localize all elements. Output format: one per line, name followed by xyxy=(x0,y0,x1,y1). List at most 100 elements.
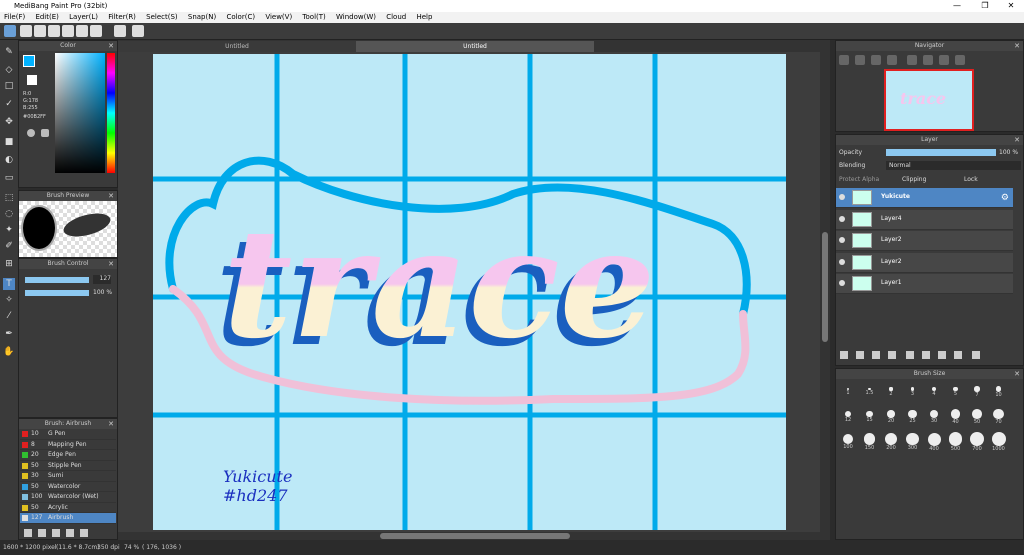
zoom-in-icon[interactable] xyxy=(839,55,849,65)
cloud-icon[interactable] xyxy=(4,25,16,37)
protect-alpha-checkbox[interactable]: Protect Alpha xyxy=(839,176,879,183)
brush-item[interactable]: 10 G Pen xyxy=(20,429,116,440)
brush-size-option[interactable]: 15 xyxy=(860,407,880,423)
pen-tool-icon[interactable]: ✒ xyxy=(3,328,15,340)
delete-brush-icon[interactable] xyxy=(80,529,88,537)
select-tool-icon[interactable]: ⬚ xyxy=(3,192,15,204)
tab-untitled-1[interactable]: Untitled xyxy=(118,41,356,52)
brush-size-option[interactable]: 5 xyxy=(946,382,966,397)
brush-size-option[interactable]: 200 xyxy=(881,432,901,451)
brush-size-option[interactable]: 150 xyxy=(860,432,880,451)
brush-size-option[interactable]: 70 xyxy=(989,407,1009,425)
move-tool-icon[interactable]: ✥ xyxy=(3,116,15,128)
brush-size-option[interactable]: 10 xyxy=(989,382,1009,398)
brush-size-option[interactable]: 3 xyxy=(903,382,923,397)
menu-view[interactable]: View(V) xyxy=(261,12,296,23)
zoom-out-icon[interactable] xyxy=(855,55,865,65)
layer-row[interactable]: Layer2 xyxy=(836,252,1013,273)
rectangle-tool-icon[interactable]: □ xyxy=(3,80,15,92)
rotate-reset-icon[interactable] xyxy=(923,55,933,65)
menu-filter[interactable]: Filter(R) xyxy=(104,12,140,23)
merge-layer-icon[interactable] xyxy=(938,351,946,359)
undo-icon[interactable] xyxy=(114,25,126,37)
minimize-button[interactable]: — xyxy=(944,0,970,12)
export-icon[interactable] xyxy=(76,25,88,37)
brush-size-option[interactable]: 4 xyxy=(924,382,944,397)
brush-item[interactable]: 8 Mapping Pen xyxy=(20,439,116,450)
brush-size-option[interactable]: 40 xyxy=(946,407,966,425)
lasso-tool-icon[interactable]: ◌ xyxy=(3,208,15,220)
menu-color[interactable]: Color(C) xyxy=(222,12,259,23)
gradient-tool-icon[interactable]: ▭ xyxy=(3,172,15,184)
brush-item[interactable]: 50 Stipple Pen xyxy=(20,460,116,471)
lock-checkbox[interactable]: Lock xyxy=(964,176,978,183)
brush-size-option[interactable]: 100 xyxy=(838,432,858,450)
brush-item[interactable]: 30 Sumi xyxy=(20,471,116,482)
close-icon[interactable]: ✕ xyxy=(108,191,114,201)
brush-size-option[interactable]: 700 xyxy=(967,432,987,452)
brush-size-option[interactable]: 50 xyxy=(967,407,987,425)
close-button[interactable]: ✕ xyxy=(998,0,1024,12)
clipping-checkbox[interactable]: Clipping xyxy=(902,176,926,183)
menu-file[interactable]: File(F) xyxy=(0,12,29,23)
menu-cloud[interactable]: Cloud xyxy=(382,12,410,23)
magic-wand-icon[interactable]: ✦ xyxy=(3,224,15,236)
layer-menu-icon[interactable] xyxy=(888,351,896,359)
color-wheel-icon[interactable] xyxy=(27,129,35,137)
close-icon[interactable]: ✕ xyxy=(1014,135,1020,145)
brush-item[interactable]: 50 Watercolor xyxy=(20,481,116,492)
visibility-icon[interactable] xyxy=(839,215,845,222)
layer-opacity-slider[interactable] xyxy=(886,149,996,156)
save-as-icon[interactable] xyxy=(62,25,74,37)
close-icon[interactable]: ✕ xyxy=(108,419,114,429)
visibility-icon[interactable] xyxy=(839,237,845,243)
brush-size-option[interactable]: 1.5 xyxy=(860,382,880,396)
background-color-swatch[interactable] xyxy=(27,75,37,85)
color-palette-icon[interactable] xyxy=(41,129,49,137)
new-halftone-layer-icon[interactable] xyxy=(856,351,864,359)
close-icon[interactable]: ✕ xyxy=(108,41,114,51)
layer-settings-icon[interactable] xyxy=(954,351,962,359)
divide-tool-icon[interactable]: ⊞ xyxy=(3,258,15,270)
menu-help[interactable]: Help xyxy=(412,12,436,23)
text-tool-icon[interactable]: T xyxy=(3,278,15,290)
brush-size-option[interactable]: 12 xyxy=(838,407,858,423)
layer-settings-gear-icon[interactable]: ⚙ xyxy=(1001,193,1009,203)
blending-select[interactable]: Normal xyxy=(886,161,1021,170)
menu-layer[interactable]: Layer(L) xyxy=(65,12,102,23)
horizontal-scroll-thumb[interactable] xyxy=(380,533,570,539)
fit-icon[interactable] xyxy=(871,55,881,65)
visibility-icon[interactable] xyxy=(839,258,845,265)
redo-icon[interactable] xyxy=(132,25,144,37)
new-file-icon[interactable] xyxy=(20,25,32,37)
delete-layer-icon[interactable] xyxy=(972,351,980,359)
menu-window[interactable]: Window(W) xyxy=(332,12,380,23)
vertical-scroll-thumb[interactable] xyxy=(822,232,828,342)
drawing-canvas[interactable]: trace trace Yukicute #hd247 xyxy=(153,54,786,530)
actual-size-icon[interactable] xyxy=(887,55,897,65)
vertical-scrollbar[interactable] xyxy=(820,52,830,540)
settings-icon[interactable] xyxy=(90,25,102,37)
visibility-icon[interactable] xyxy=(839,280,845,286)
brush-size-option[interactable]: 7 xyxy=(967,382,987,398)
brush-size-value[interactable]: 127 xyxy=(93,275,111,284)
visibility-icon[interactable] xyxy=(839,194,845,200)
brush-size-option[interactable]: 20 xyxy=(881,407,901,424)
brush-size-option[interactable]: 400 xyxy=(924,432,944,452)
tab-untitled-2[interactable]: Untitled xyxy=(356,41,594,52)
layer-row[interactable]: Layer1 xyxy=(836,274,1013,294)
brush-size-option[interactable]: 500 xyxy=(946,432,966,452)
maximize-button[interactable]: ❐ xyxy=(972,0,998,12)
shape-tool-icon[interactable]: ■ xyxy=(3,136,15,148)
close-icon[interactable]: ✕ xyxy=(108,259,114,269)
brush-tool-icon[interactable]: ✎ xyxy=(3,46,15,58)
layer-row[interactable]: Yukicute ⚙ xyxy=(836,188,1013,208)
close-icon[interactable]: ✕ xyxy=(1014,369,1020,379)
duplicate-brush-icon[interactable] xyxy=(52,529,60,537)
hand-tool-icon[interactable]: ✋ xyxy=(3,346,15,358)
layer-folder-icon[interactable] xyxy=(906,351,914,359)
eraser-tool-icon[interactable]: ◇ xyxy=(3,64,15,76)
save-icon[interactable] xyxy=(48,25,60,37)
new-8bit-layer-icon[interactable] xyxy=(872,351,880,359)
add-brush-icon[interactable] xyxy=(24,529,32,537)
